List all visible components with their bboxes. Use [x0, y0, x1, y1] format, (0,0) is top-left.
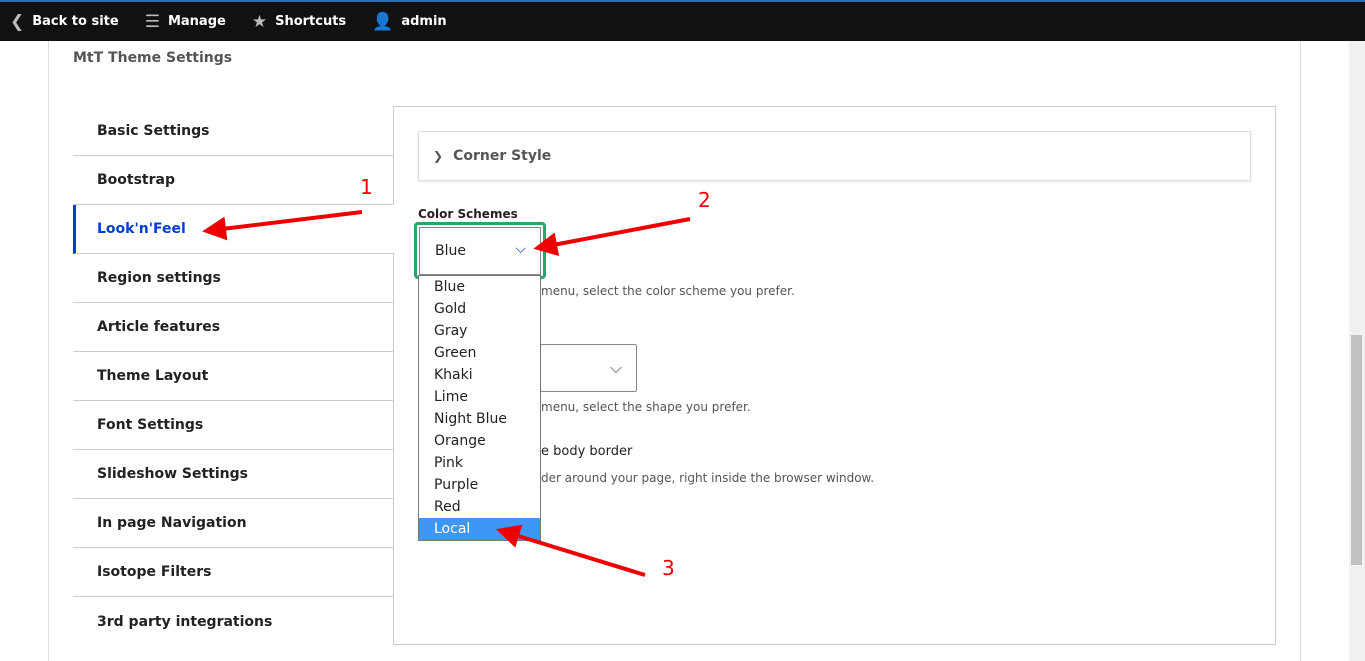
arrow-3 [495, 524, 646, 577]
annotation-3: 3 [662, 556, 675, 580]
arrow-1 [202, 210, 363, 241]
annotation-2: 2 [698, 188, 711, 212]
annotation-1: 1 [360, 175, 373, 199]
arrow-2 [533, 217, 691, 257]
annotation-arrows [202, 210, 691, 577]
